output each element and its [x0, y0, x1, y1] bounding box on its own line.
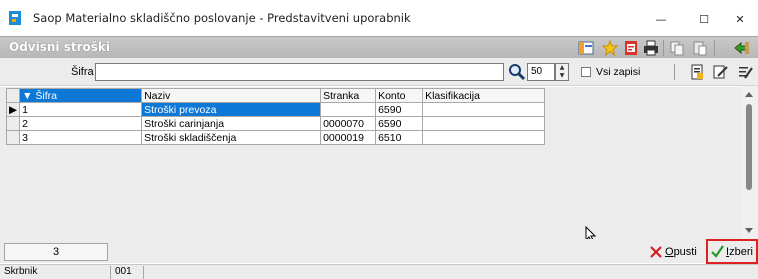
record-limit-input[interactable]: 50 — [527, 63, 555, 81]
cancel-x-icon — [650, 246, 662, 258]
copy-icon[interactable] — [669, 40, 685, 56]
bottom-bar: 3 Opusti Izberi — [0, 239, 758, 264]
toolbar-separator — [674, 64, 675, 80]
status-separator — [110, 266, 111, 279]
cell-naziv[interactable]: Stroški skladiščenja — [141, 130, 322, 145]
scroll-up-icon[interactable] — [745, 92, 753, 97]
cell-klasifikacija[interactable] — [422, 116, 546, 131]
close-button[interactable]: ✕ — [720, 6, 758, 32]
layout-icon[interactable] — [578, 40, 594, 56]
section-toolbar: Odvisni stroški — [0, 36, 758, 58]
column-header-klasifikacija[interactable]: Klasifikacija — [422, 88, 546, 103]
stepper-up-icon[interactable]: ▲ — [556, 64, 568, 72]
column-header-naziv[interactable]: Naziv — [141, 88, 322, 103]
grid-header-row: ▼ Šifra Naziv Stranka Konto Klasifikacij… — [5, 88, 546, 103]
maximize-button[interactable]: ☐ — [684, 6, 724, 32]
cell-stranka[interactable] — [320, 102, 377, 117]
edit-list-icon[interactable] — [737, 64, 753, 80]
record-limit-stepper[interactable]: ▲ ▼ — [555, 63, 569, 81]
toolbar-separator — [663, 40, 664, 56]
search-icon[interactable] — [508, 63, 526, 81]
print-icon[interactable] — [643, 40, 659, 56]
record-count: 3 — [4, 243, 108, 261]
filter-bar: Šifra 50 ▲ ▼ Vsi zapisi — [0, 58, 758, 86]
toolbar-separator — [714, 40, 715, 56]
cell-konto[interactable]: 6590 — [375, 116, 424, 131]
table-row[interactable]: 3 Stroški skladiščenja 0000019 6510 — [5, 130, 546, 145]
vsi-zapisi-label: Vsi zapisi — [596, 66, 641, 78]
favorite-star-icon[interactable] — [602, 40, 618, 56]
pdf-export-icon[interactable] — [623, 40, 639, 56]
cell-stranka[interactable]: 0000070 — [320, 116, 377, 131]
title-bar: Saop Materialno skladiščno poslovanje - … — [0, 0, 758, 36]
column-header-stranka[interactable]: Stranka — [320, 88, 377, 103]
cell-sifra[interactable]: 1 — [19, 102, 143, 117]
scrollbar-thumb[interactable] — [746, 104, 752, 190]
data-grid: ▼ Šifra Naziv Stranka Konto Klasifikacij… — [5, 88, 546, 145]
select-button-label: Izberi — [726, 245, 753, 258]
column-header-sifra[interactable]: ▼ Šifra — [19, 88, 143, 103]
vsi-zapisi-checkbox[interactable] — [581, 67, 591, 77]
current-row-indicator-icon: ▶ — [5, 102, 21, 117]
cell-konto[interactable]: 6590 — [375, 102, 424, 117]
scroll-down-icon[interactable] — [745, 228, 753, 233]
grid-area: ▼ Šifra Naziv Stranka Konto Klasifikacij… — [0, 87, 758, 239]
new-document-icon[interactable] — [689, 64, 705, 80]
cell-stranka[interactable]: 0000019 — [320, 130, 377, 145]
cell-klasifikacija[interactable] — [422, 130, 546, 145]
cancel-button-label: Opusti — [665, 246, 697, 258]
cell-konto[interactable]: 6510 — [375, 130, 424, 145]
column-header-konto[interactable]: Konto — [375, 88, 424, 103]
table-row[interactable]: ▶ 1 Stroški prevoza 6590 — [5, 102, 546, 117]
section-title: Odvisni stroški — [9, 40, 110, 54]
cell-naziv[interactable]: Stroški carinjanja — [141, 116, 322, 131]
row-indicator-header — [5, 88, 21, 103]
cell-sifra[interactable]: 2 — [19, 116, 143, 131]
exit-icon[interactable] — [734, 40, 750, 56]
select-button[interactable]: Izberi — [706, 239, 758, 264]
paste-icon[interactable] — [692, 40, 708, 56]
status-user: Skrbnik — [4, 266, 38, 277]
row-indicator — [5, 116, 21, 131]
checkmark-icon — [711, 245, 724, 258]
status-code: 001 — [115, 266, 132, 277]
edit-document-icon[interactable] — [712, 64, 728, 80]
vertical-scrollbar[interactable] — [741, 86, 758, 239]
sifra-search-input[interactable] — [95, 63, 504, 81]
sifra-label: Šifra — [71, 66, 94, 78]
cancel-button[interactable]: Opusti — [650, 242, 697, 262]
app-logo-icon — [9, 11, 21, 25]
table-row[interactable]: 2 Stroški carinjanja 0000070 6590 — [5, 116, 546, 131]
cell-klasifikacija[interactable] — [422, 102, 546, 117]
cell-naziv[interactable]: Stroški prevoza — [141, 102, 322, 117]
cell-sifra[interactable]: 3 — [19, 130, 143, 145]
status-bar: Skrbnik 001 — [0, 264, 758, 279]
minimize-button[interactable]: — — [641, 6, 681, 32]
row-indicator — [5, 130, 21, 145]
stepper-down-icon[interactable]: ▼ — [556, 72, 568, 80]
status-separator — [143, 266, 144, 279]
window-title: Saop Materialno skladiščno poslovanje - … — [33, 11, 411, 25]
